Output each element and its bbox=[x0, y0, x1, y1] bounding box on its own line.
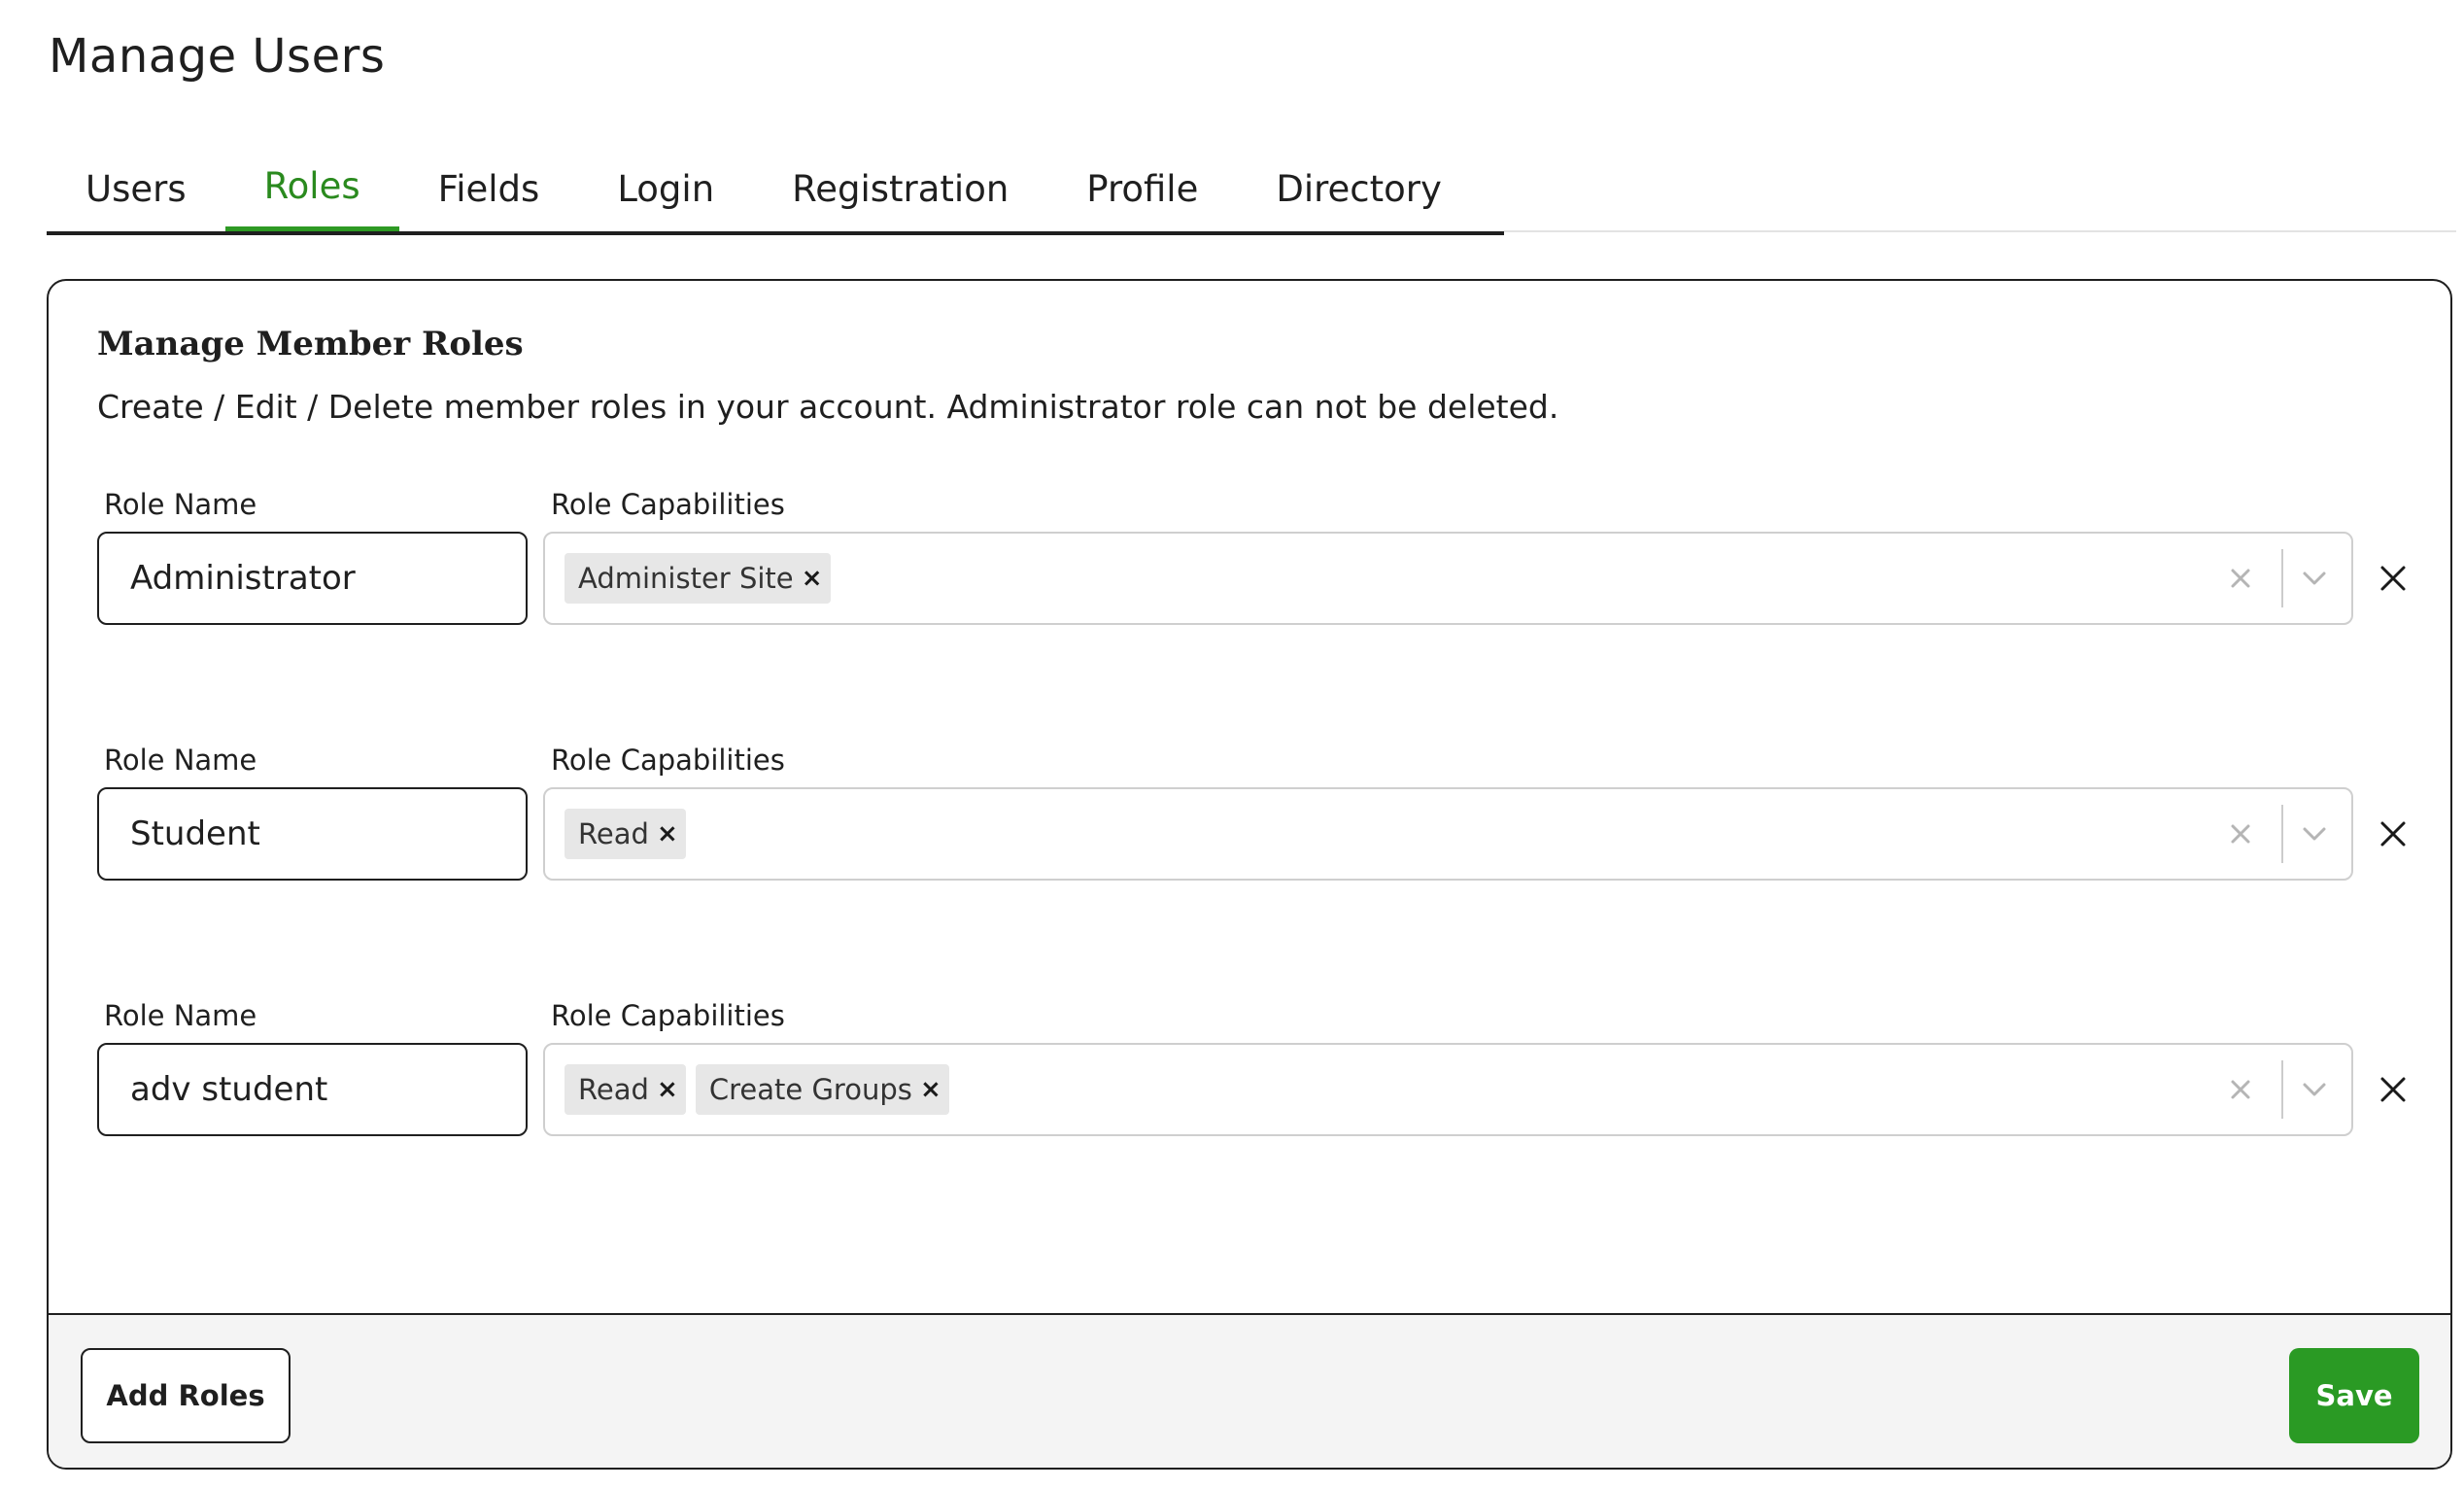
role-row-administrator: Role Name Role Capabilities Administer S… bbox=[49, 488, 2450, 663]
tab-directory[interactable]: Directory bbox=[1237, 146, 1481, 231]
capability-chips: Administer Site × bbox=[565, 553, 831, 604]
add-roles-button[interactable]: Add Roles bbox=[81, 1348, 291, 1443]
role-name-input[interactable] bbox=[97, 787, 528, 881]
chip-remove-icon[interactable]: × bbox=[649, 809, 686, 859]
tab-login[interactable]: Login bbox=[578, 146, 753, 231]
remove-role-icon[interactable] bbox=[2369, 554, 2417, 603]
chip-remove-icon[interactable]: × bbox=[649, 1064, 686, 1115]
card-footer: Add Roles Save bbox=[49, 1313, 2450, 1468]
chevron-down-icon[interactable] bbox=[2291, 1066, 2338, 1113]
role-name-input[interactable] bbox=[97, 532, 528, 625]
select-separator bbox=[2281, 549, 2283, 607]
tab-fields[interactable]: Fields bbox=[399, 146, 579, 231]
clear-icon[interactable] bbox=[2217, 555, 2264, 602]
remove-role-icon[interactable] bbox=[2369, 1065, 2417, 1114]
capability-chip: Create Groups × bbox=[695, 1064, 949, 1115]
role-row-student: Role Name Role Capabilities Read × bbox=[49, 744, 2450, 918]
role-capabilities-label: Role Capabilities bbox=[551, 744, 785, 777]
remove-role-icon[interactable] bbox=[2369, 810, 2417, 858]
role-capabilities-select[interactable]: Read × bbox=[543, 787, 2353, 881]
role-name-label: Role Name bbox=[104, 488, 257, 521]
chevron-down-icon[interactable] bbox=[2291, 811, 2338, 857]
capability-chip-label: Read bbox=[578, 817, 649, 850]
role-capabilities-label: Role Capabilities bbox=[551, 999, 785, 1032]
capability-chip-label: Administer Site bbox=[578, 562, 794, 595]
capability-chip: Read × bbox=[565, 809, 686, 859]
role-name-input[interactable] bbox=[97, 1043, 528, 1136]
tab-bar: Users Roles Fields Login Registration Pr… bbox=[47, 146, 1504, 235]
capability-chip-label: Create Groups bbox=[708, 1073, 912, 1106]
tab-bar-divider bbox=[1504, 230, 2456, 232]
capability-chip-label: Read bbox=[578, 1073, 649, 1106]
select-separator bbox=[2281, 805, 2283, 863]
tab-users[interactable]: Users bbox=[47, 146, 225, 231]
tab-registration[interactable]: Registration bbox=[753, 146, 1047, 231]
select-separator bbox=[2281, 1060, 2283, 1119]
role-capabilities-label: Role Capabilities bbox=[551, 488, 785, 521]
card-title: Manage Member Roles bbox=[97, 325, 524, 364]
chip-remove-icon[interactable]: × bbox=[794, 553, 831, 604]
member-roles-card: Manage Member Roles Create / Edit / Dele… bbox=[47, 279, 2452, 1470]
capability-chip: Administer Site × bbox=[565, 553, 831, 604]
role-name-label: Role Name bbox=[104, 744, 257, 777]
role-capabilities-select[interactable]: Administer Site × bbox=[543, 532, 2353, 625]
role-name-label: Role Name bbox=[104, 999, 257, 1032]
role-row-adv-student: Role Name Role Capabilities Read × Creat… bbox=[49, 999, 2450, 1174]
chevron-down-icon[interactable] bbox=[2291, 555, 2338, 602]
save-button[interactable]: Save bbox=[2289, 1348, 2419, 1443]
page-title: Manage Users bbox=[49, 29, 386, 84]
capability-chips: Read × Create Groups × bbox=[565, 1064, 949, 1115]
clear-icon[interactable] bbox=[2217, 811, 2264, 857]
tab-profile[interactable]: Profile bbox=[1047, 146, 1237, 231]
card-description: Create / Edit / Delete member roles in y… bbox=[97, 388, 1559, 426]
capability-chips: Read × bbox=[565, 809, 686, 859]
role-capabilities-select[interactable]: Read × Create Groups × bbox=[543, 1043, 2353, 1136]
capability-chip: Read × bbox=[565, 1064, 686, 1115]
clear-icon[interactable] bbox=[2217, 1066, 2264, 1113]
chip-remove-icon[interactable]: × bbox=[912, 1064, 949, 1115]
tab-roles[interactable]: Roles bbox=[224, 146, 399, 231]
manage-users-page: Manage Users Users Roles Fields Login Re… bbox=[0, 0, 2464, 1489]
